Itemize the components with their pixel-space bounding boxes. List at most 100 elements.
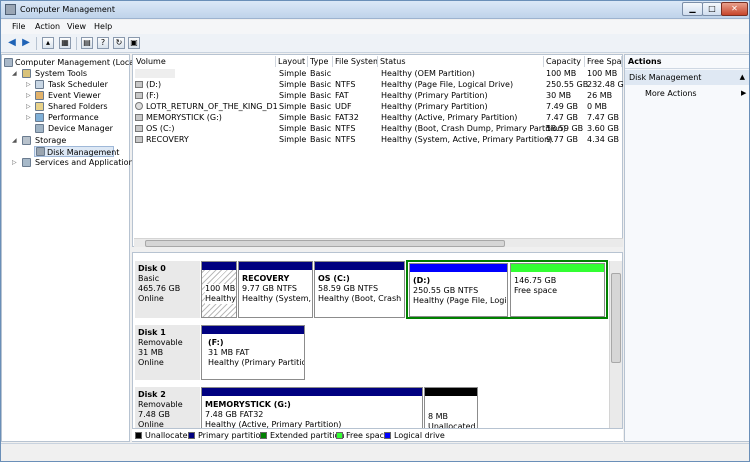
table-row[interactable]: LOTR_RETURN_OF_THE_KING_D1 (E:) Simple B… (134, 101, 622, 112)
event-viewer-icon (35, 91, 44, 100)
disk-size: 465.76 GB (138, 284, 181, 293)
recovery-partition[interactable]: RECOVERY9.77 GB NTFSHealthy (System, Ac (238, 261, 313, 318)
menu-file[interactable]: File (12, 22, 25, 31)
disk-state: Online (138, 358, 164, 367)
menu-help[interactable]: Help (94, 22, 112, 31)
computer-icon (4, 58, 13, 67)
toolbar-separator (76, 37, 77, 50)
disc-icon (135, 102, 143, 110)
window-title: Computer Management (20, 5, 116, 14)
oem-partition[interactable]: 100 MB Healthy (201, 261, 237, 318)
disk-name: Disk 1 (138, 328, 166, 337)
forward-icon[interactable]: ▶ (20, 37, 32, 49)
tree-disk-management[interactable]: Disk Management (34, 146, 119, 157)
actions-pane: Actions Disk Management ▲ More Actions ▶ (624, 54, 749, 442)
drive-icon (135, 125, 143, 132)
menu-view[interactable]: View (67, 22, 86, 31)
expand-icon[interactable]: ▷ (26, 114, 31, 121)
tools-icon (22, 69, 31, 78)
disk-management-icon (36, 147, 45, 156)
toolbar: ◀ ▶ ▴ ▦ ▤ ? ↻ ▣ (1, 34, 749, 53)
shared-folder-icon (35, 102, 44, 111)
disk-size: 31 MB (138, 348, 164, 357)
legend-primary: Primary partition (188, 431, 265, 440)
os-c-partition[interactable]: OS (C:) 58.59 GB NTFS Healthy (Boot, Crash… (314, 261, 405, 318)
drive-icon (135, 81, 143, 88)
maximize-button[interactable]: □ (702, 2, 722, 16)
up-folder-icon[interactable]: ▴ (42, 37, 54, 49)
disk-name: Disk 2 (138, 390, 166, 399)
collapse-icon[interactable]: ◢ (12, 137, 17, 144)
disk-name: Disk 0 (138, 264, 166, 273)
vertical-scrollbar[interactable] (609, 261, 622, 441)
drive-icon (135, 114, 143, 121)
performance-icon (35, 113, 44, 122)
table-row[interactable]: (F:) Simple Basic FAT Healthy (Primary P… (134, 90, 622, 101)
chevron-right-icon: ▶ (741, 89, 747, 97)
menu-action[interactable]: Action (35, 22, 60, 31)
collapse-icon[interactable]: ◢ (12, 70, 17, 77)
table-row[interactable]: (D:) Simple Basic NTFS Healthy (Page Fil… (134, 79, 629, 90)
title-bar[interactable]: Computer Management ▁ □ ✕ (1, 1, 749, 19)
drive-icon (135, 136, 143, 143)
computer-management-window: Computer Management ▁ □ ✕ File Action Vi… (0, 0, 750, 462)
app-icon (5, 4, 16, 15)
disk-type: Removable (138, 400, 183, 409)
refresh-icon[interactable]: ↻ (113, 37, 125, 49)
free-space-region[interactable]: 146.75 GB Free space (510, 263, 605, 317)
properties-icon[interactable]: ▤ (81, 37, 93, 49)
actions-disk-management[interactable]: Disk Management ▲ (625, 70, 749, 85)
more-actions-link[interactable]: More Actions ▶ (645, 88, 746, 99)
drive-icon (135, 92, 143, 99)
task-scheduler-icon (35, 80, 44, 89)
table-row[interactable]: MEMORYSTICK (G:) Simple Basic FAT32 Heal… (134, 112, 622, 123)
storage-icon (22, 136, 31, 145)
table-row[interactable]: RECOVERY Simple Basic NTFS Healthy (Syst… (134, 134, 622, 145)
table-row[interactable]: Simple Basic Healthy (OEM Partition) 100… (134, 68, 622, 79)
menu-bar: File Action View Help (1, 20, 749, 34)
expand-icon[interactable]: ▷ (26, 81, 31, 88)
legend-unallocated: Unallocated (135, 431, 193, 440)
volume-icon (135, 69, 175, 78)
scrollbar-thumb[interactable] (145, 240, 505, 247)
status-bar (1, 443, 749, 461)
disk-layout-pane: Disk 0 Basic 465.76 GB Online 100 MB Heal… (132, 252, 623, 442)
export-icon[interactable]: ▣ (128, 37, 140, 49)
expand-icon[interactable]: ▷ (26, 103, 31, 110)
column-volume[interactable]: Volume (134, 56, 276, 67)
d-logical-drive[interactable]: (D:) 250.55 GB NTFS Healthy (Page File, Lo… (409, 263, 508, 317)
volume-list: Volume Layout Type File System Status Ca… (132, 54, 629, 247)
column-type[interactable]: Type (308, 56, 333, 67)
show-hide-tree-icon[interactable]: ▦ (59, 37, 71, 49)
services-icon (22, 158, 31, 167)
disk1-label[interactable]: Disk 1 Removable 31 MB Online (135, 325, 200, 380)
toolbar-separator (36, 37, 37, 50)
device-manager-icon (35, 124, 44, 133)
column-layout[interactable]: Layout (276, 56, 308, 67)
column-status[interactable]: Status (378, 56, 544, 67)
collapse-up-icon[interactable]: ▲ (740, 70, 745, 85)
minimize-button[interactable]: ▁ (682, 2, 703, 16)
table-row[interactable]: OS (C:) Simple Basic NTFS Healthy (Boot,… (134, 123, 622, 134)
column-free-space[interactable]: Free Spac (585, 56, 622, 67)
legend-extended: Extended partition (260, 431, 345, 440)
close-button[interactable]: ✕ (721, 2, 748, 16)
help-icon[interactable]: ? (97, 37, 109, 49)
legend-logical: Logical drive (384, 431, 445, 440)
f-partition[interactable]: (F:) 31 MB FAT Healthy (Primary Partition) (201, 325, 305, 380)
partition-legend: Unallocated Primary partition Extended p… (132, 428, 623, 441)
actions-header: Actions (625, 55, 749, 69)
disk0-label[interactable]: Disk 0 Basic 465.76 GB Online (135, 261, 200, 318)
expand-icon[interactable]: ▷ (12, 159, 17, 166)
horizontal-scrollbar[interactable] (134, 238, 623, 247)
column-file-system[interactable]: File System (333, 56, 378, 67)
back-icon[interactable]: ◀ (6, 37, 18, 49)
disk-type: Basic (138, 274, 160, 283)
legend-free-space: Free space (336, 431, 389, 440)
column-capacity[interactable]: Capacity (544, 56, 585, 67)
scrollbar-thumb[interactable] (611, 273, 621, 363)
expand-icon[interactable]: ▷ (26, 92, 31, 99)
disk-size: 7.48 GB (138, 410, 171, 419)
disk-type: Removable (138, 338, 183, 347)
disk-state: Online (138, 294, 164, 303)
